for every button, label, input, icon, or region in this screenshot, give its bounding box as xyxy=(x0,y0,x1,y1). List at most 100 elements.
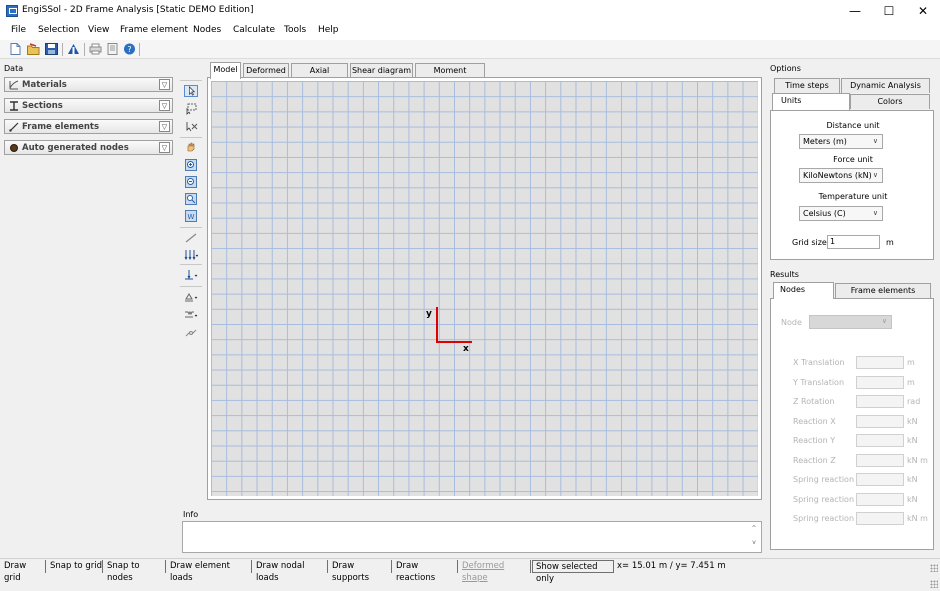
svg-text:W: W xyxy=(188,213,195,221)
select-window-icon[interactable] xyxy=(184,103,198,115)
temperature-unit-select[interactable]: Celsius (C) ∨ xyxy=(799,206,883,221)
result-value-field xyxy=(856,434,904,447)
model-tab-strip: Model Deformed Axial diagram Shear diagr… xyxy=(207,62,767,88)
tab-shear-diagram[interactable]: Shear diagram xyxy=(350,63,413,78)
distance-unit-select[interactable]: Meters (m) ∨ xyxy=(799,134,883,149)
tab-nodes[interactable]: Nodes xyxy=(773,282,834,299)
draw-reactions-toggle[interactable]: Draw reactions xyxy=(393,560,458,583)
zoom-out-icon[interactable] xyxy=(184,176,198,188)
auto-generated-nodes-label: Auto generated nodes xyxy=(22,143,129,153)
menu-tools[interactable]: Tools xyxy=(284,25,306,35)
zoom-in-icon[interactable] xyxy=(184,159,198,171)
force-unit-label: Force unit xyxy=(833,155,873,164)
tab-dynamic-analysis[interactable]: Dynamic Analysis xyxy=(841,78,930,93)
show-selected-only-toggle[interactable]: Show selected only xyxy=(532,560,614,584)
tool-separator xyxy=(180,286,202,287)
x-axis-label: x xyxy=(463,344,469,354)
tab-moment-diagram[interactable]: Moment diagram xyxy=(415,63,485,88)
support-icon[interactable] xyxy=(184,291,198,303)
chevron-down-icon: ∨ xyxy=(881,317,887,325)
chevron-down-icon[interactable]: ▽ xyxy=(159,121,170,132)
maximize-button[interactable]: ☐ xyxy=(872,0,906,22)
close-button[interactable]: ✕ xyxy=(906,0,940,22)
force-unit-value: KiloNewtons (kN) xyxy=(803,171,872,180)
info-textbox[interactable]: ^ v xyxy=(182,521,762,553)
auto-generated-nodes-section[interactable]: Auto generated nodes ▽ xyxy=(4,140,173,155)
scroll-up-icon[interactable]: ^ xyxy=(749,525,759,535)
menu-calculate[interactable]: Calculate xyxy=(233,25,275,35)
result-value-field xyxy=(856,356,904,369)
minimize-button[interactable]: — xyxy=(838,0,872,22)
window-title: EngiSSol - 2D Frame Analysis [Static DEM… xyxy=(22,5,254,15)
tool-separator xyxy=(180,264,202,265)
analysis-icon[interactable] xyxy=(67,43,80,55)
open-folder-icon[interactable] xyxy=(27,43,40,55)
data-panel: Data Materials ▽ Sections ▽ Frame elemen… xyxy=(0,62,177,553)
pan-hand-icon[interactable] xyxy=(184,141,198,153)
tool-separator xyxy=(180,80,202,81)
tab-units[interactable]: Units xyxy=(772,93,850,110)
resize-grip-icon[interactable] xyxy=(930,564,938,572)
zoom-extents-icon[interactable]: W xyxy=(184,210,198,222)
nodes-results-body: Node ∨ X Translation m Y Translation m Z Rot… xyxy=(770,298,934,550)
materials-section[interactable]: Materials ▽ xyxy=(4,77,173,92)
spring-support-icon[interactable] xyxy=(184,309,198,321)
new-file-icon[interactable] xyxy=(9,43,22,55)
tab-time-steps[interactable]: Time steps xyxy=(774,78,840,93)
result-label: X Translation xyxy=(793,358,845,367)
materials-icon xyxy=(9,80,19,90)
frame-elements-label: Frame elements xyxy=(22,122,100,132)
nodal-load-icon[interactable] xyxy=(184,269,198,281)
draw-grid-toggle[interactable]: Draw grid xyxy=(1,560,46,583)
chevron-down-icon: ∨ xyxy=(872,209,878,217)
toolbar-separator xyxy=(62,43,63,56)
snap-to-nodes-toggle[interactable]: Snap to nodes xyxy=(104,560,166,583)
element-load-icon[interactable] xyxy=(184,249,198,261)
draw-supports-toggle[interactable]: Draw supports xyxy=(329,560,392,583)
temperature-unit-value: Celsius (C) xyxy=(803,209,846,218)
menu-frame-element[interactable]: Frame element xyxy=(120,25,188,35)
save-icon[interactable] xyxy=(45,43,58,55)
tool-separator xyxy=(180,137,202,138)
help-icon[interactable]: ? xyxy=(123,43,136,55)
draw-element-loads-toggle[interactable]: Draw element loads xyxy=(167,560,252,583)
scroll-down-icon[interactable]: v xyxy=(749,539,759,549)
draw-nodal-loads-toggle[interactable]: Draw nodal loads xyxy=(253,560,328,583)
distance-unit-label: Distance unit xyxy=(826,121,880,130)
deselect-icon[interactable] xyxy=(184,121,198,133)
menu-selection[interactable]: Selection xyxy=(38,25,79,35)
chevron-down-icon[interactable]: ▽ xyxy=(159,100,170,111)
menu-help[interactable]: Help xyxy=(318,25,339,35)
menu-view[interactable]: View xyxy=(88,25,109,35)
report-icon[interactable] xyxy=(106,43,119,55)
tab-frame-elements[interactable]: Frame elements xyxy=(835,283,931,298)
tab-axial-diagram[interactable]: Axial diagram xyxy=(291,63,348,88)
tab-colors[interactable]: Colors xyxy=(850,94,930,109)
draw-frame-element-icon[interactable] xyxy=(184,232,198,244)
temperature-unit-label: Temperature unit xyxy=(818,192,888,201)
sections-section[interactable]: Sections ▽ xyxy=(4,98,173,113)
result-value-field xyxy=(856,473,904,486)
grid-size-input[interactable]: 1 xyxy=(827,235,880,249)
force-unit-select[interactable]: KiloNewtons (kN) ∨ xyxy=(799,168,883,183)
chevron-down-icon[interactable]: ▽ xyxy=(159,79,170,90)
model-grid-canvas[interactable]: y x xyxy=(211,81,758,496)
chevron-down-icon[interactable]: ▽ xyxy=(159,142,170,153)
deformed-shape-toggle[interactable]: Deformed shape xyxy=(459,560,531,583)
tab-model[interactable]: Model xyxy=(210,62,241,79)
snap-to-grid-toggle[interactable]: Snap to grid xyxy=(47,560,103,573)
select-pointer-icon[interactable] xyxy=(184,85,198,97)
resize-grip-icon[interactable] xyxy=(930,580,938,588)
toolbar: ? xyxy=(0,40,940,59)
menu-nodes[interactable]: Nodes xyxy=(193,25,221,35)
zoom-window-icon[interactable] xyxy=(184,193,198,205)
result-label: Spring reaction Y xyxy=(793,494,862,504)
hinge-release-icon[interactable] xyxy=(184,327,198,339)
result-unit: m xyxy=(907,358,915,367)
i-beam-icon xyxy=(10,101,18,111)
print-icon[interactable] xyxy=(89,43,102,55)
node-select[interactable]: ∨ xyxy=(809,315,892,329)
tab-deformed[interactable]: Deformed xyxy=(243,63,289,78)
menu-file[interactable]: File xyxy=(11,25,26,35)
frame-elements-section[interactable]: Frame elements ▽ xyxy=(4,119,173,134)
